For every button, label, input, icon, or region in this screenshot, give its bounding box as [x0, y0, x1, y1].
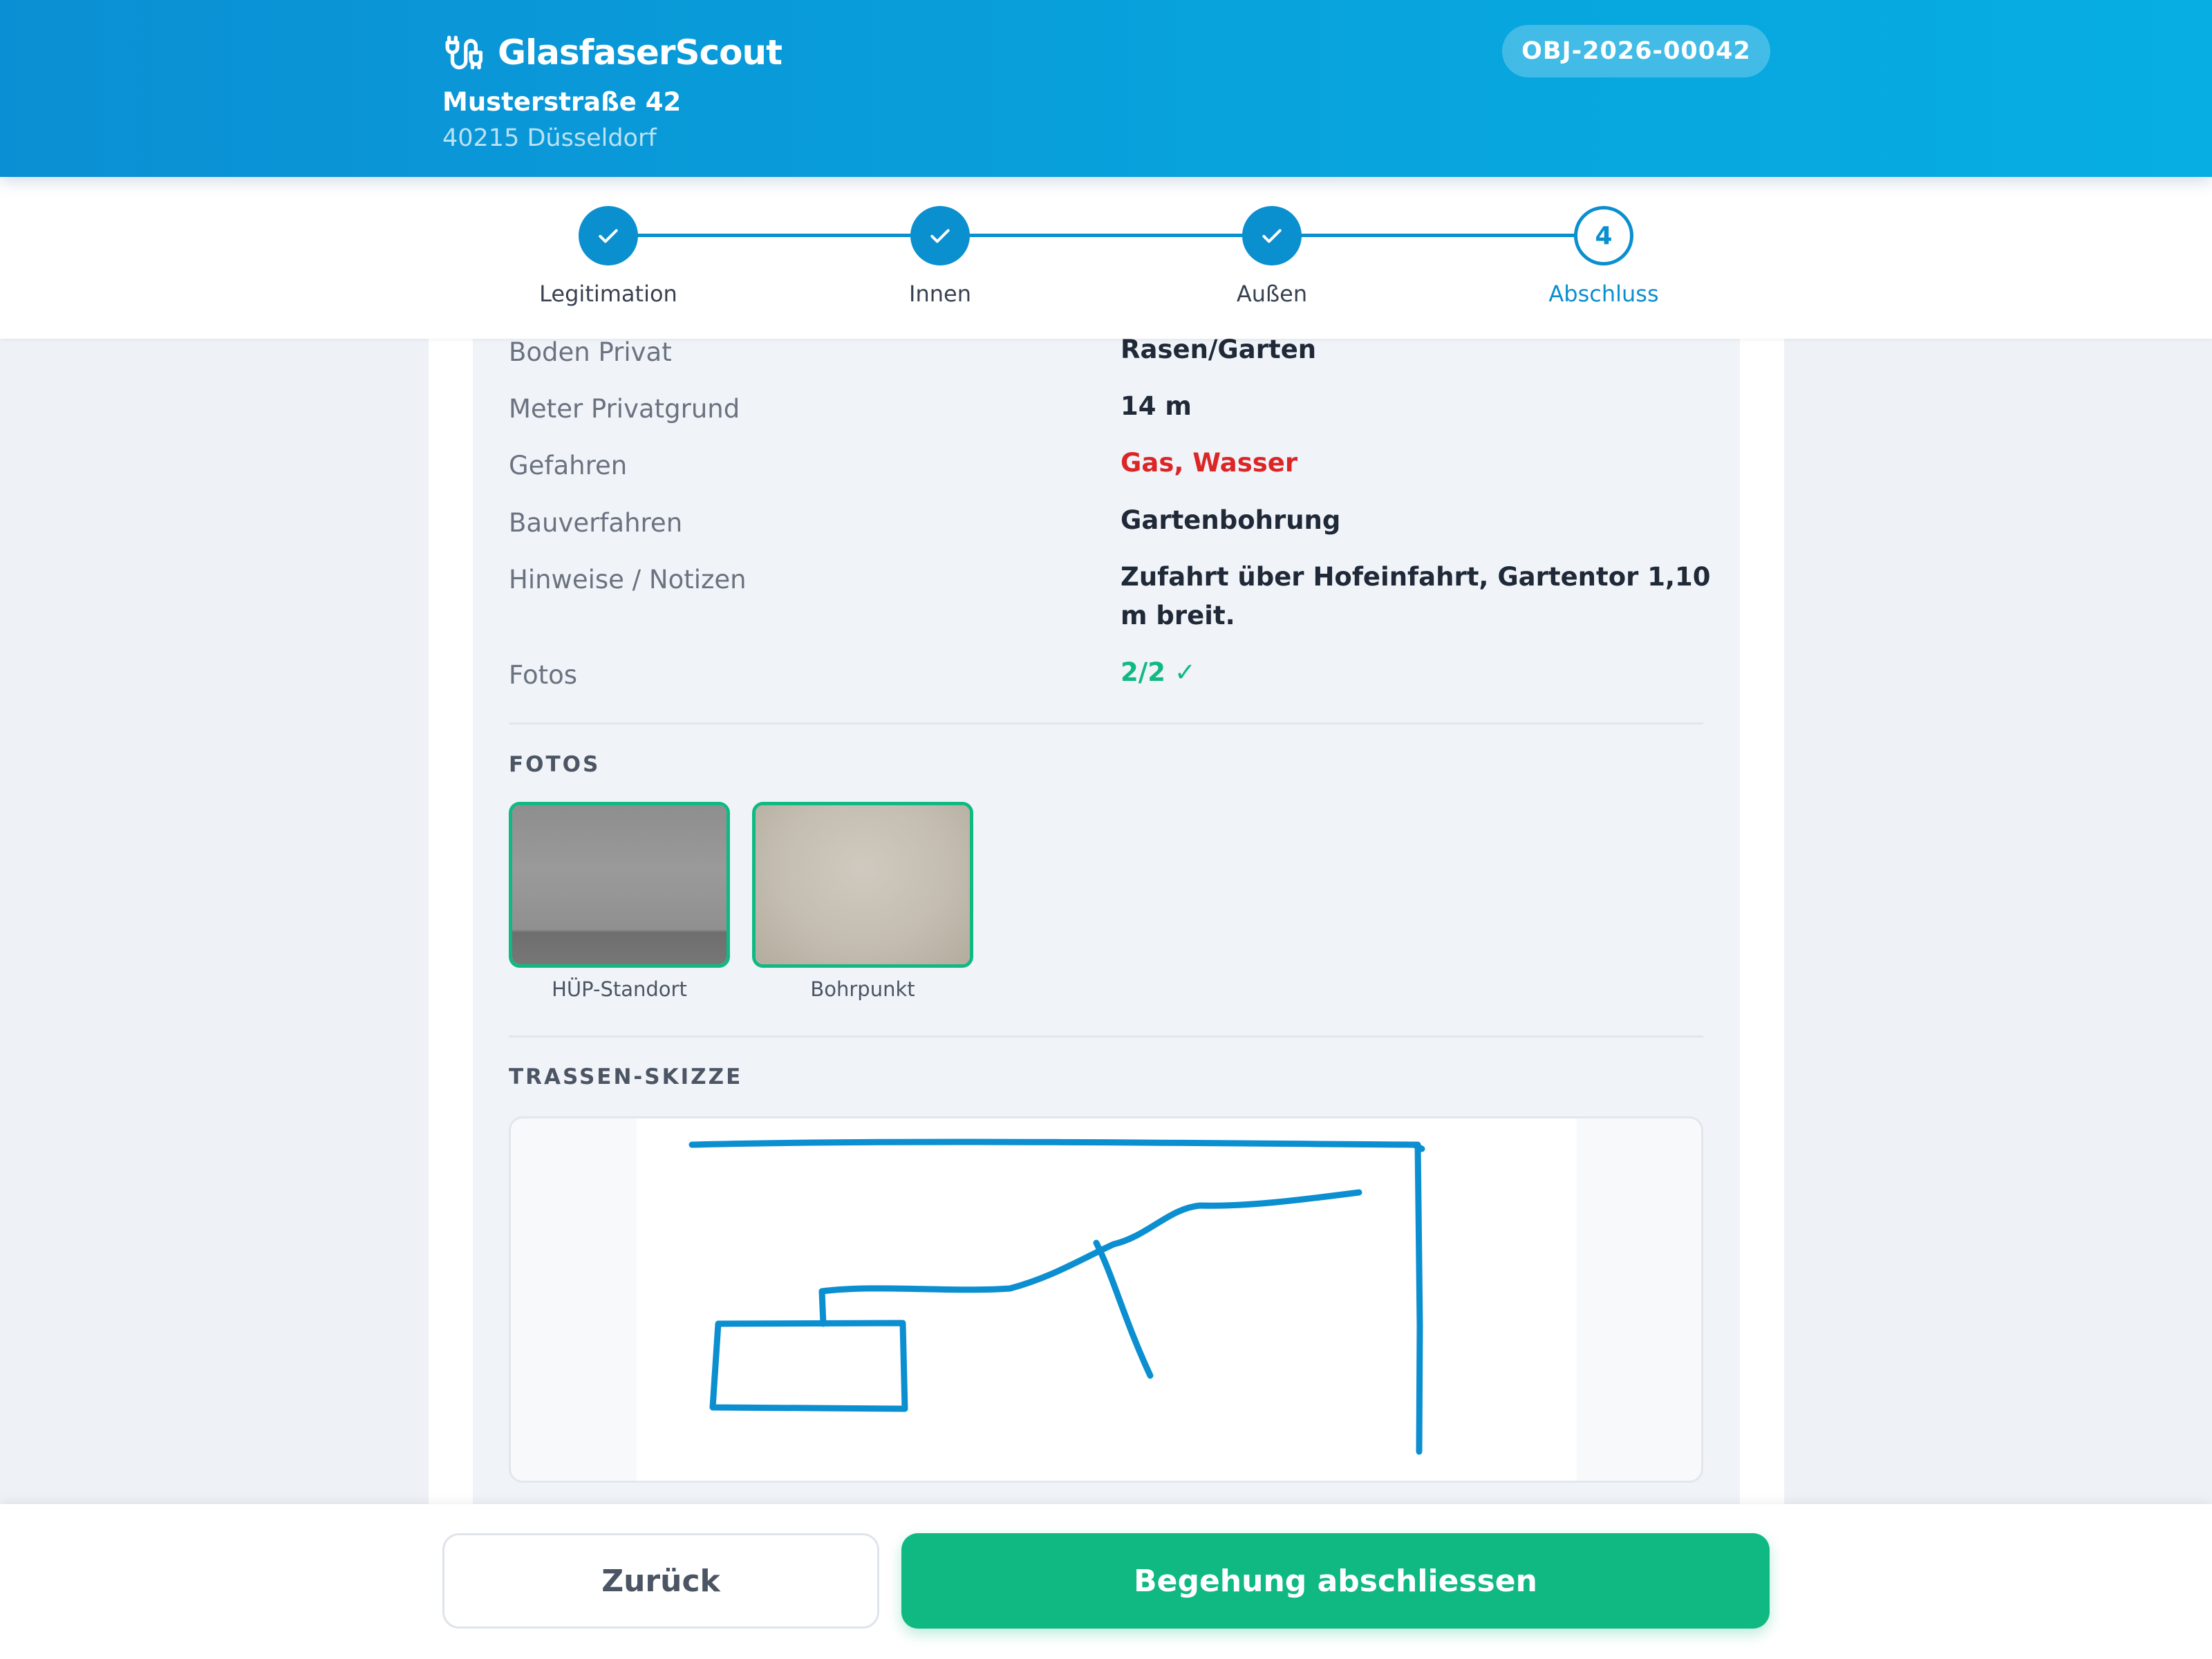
- summary-label: Fotos: [509, 660, 578, 690]
- route-sketch[interactable]: [509, 1116, 1703, 1483]
- section-divider: [509, 722, 1703, 724]
- step-done-circle: [1242, 206, 1302, 265]
- summary-card[interactable]: Boden Privat Rasen/Garten Meter Privatgr…: [473, 335, 1740, 1507]
- summary-value-ok: 2/2 ✓: [1121, 657, 1196, 687]
- address-city: 40215 Düsseldorf: [442, 124, 657, 152]
- summary-value: Gartenbohrung: [1121, 505, 1341, 535]
- photo-thumbnail-huep[interactable]: HÜP-Standort: [509, 802, 730, 1001]
- section-divider: [509, 1035, 1703, 1038]
- summary-label: Bauverfahren: [509, 508, 683, 538]
- progress-stepper: Legitimation Innen Außen 4 Abschluss: [0, 177, 2212, 339]
- back-button[interactable]: Zurück: [442, 1533, 879, 1629]
- step-done-circle: [579, 206, 638, 265]
- step-done-circle: [910, 206, 970, 265]
- route-sketch-drawing: [688, 1138, 1425, 1455]
- stepper-connector: [608, 234, 1604, 237]
- summary-label: Boden Privat: [509, 337, 672, 367]
- fiber-plug-icon: [445, 35, 482, 70]
- summary-label: Gefahren: [509, 451, 628, 480]
- object-id-badge: OBJ-2026-00042: [1502, 25, 1770, 77]
- step-innen[interactable]: Innen: [802, 206, 1078, 307]
- photo-image: [756, 805, 970, 964]
- check-icon: [930, 229, 950, 243]
- step-label: Legitimation: [539, 281, 677, 307]
- app-name: GlasfaserScout: [498, 32, 782, 73]
- step-aussen[interactable]: Außen: [1134, 206, 1410, 307]
- step-current-circle: 4: [1574, 206, 1633, 265]
- photo-caption: HÜP-Standort: [552, 977, 687, 1001]
- summary-value: Zufahrt über Hofeinfahrt, Gartentor 1,10…: [1121, 562, 1711, 630]
- address-street: Musterstraße 42: [442, 87, 682, 117]
- photo-frame: [509, 802, 730, 968]
- step-label: Außen: [1236, 281, 1308, 307]
- photo-image: [512, 805, 727, 964]
- photo-caption: Bohrpunkt: [810, 977, 915, 1001]
- action-footer: Zurück Begehung abschliessen: [0, 1504, 2212, 1659]
- app-header: GlasfaserScout Musterstraße 42 40215 Düs…: [0, 0, 2212, 177]
- step-abschluss[interactable]: 4 Abschluss: [1465, 206, 1742, 307]
- summary-value-danger: Gas, Wasser: [1121, 448, 1298, 478]
- summary-value: 14 m: [1121, 391, 1192, 421]
- photo-frame: [752, 802, 973, 968]
- page-gutter-right: [1740, 339, 1784, 1507]
- sketch-canvas[interactable]: [637, 1118, 1577, 1481]
- sketch-section-title: TRASSEN-SKIZZE: [509, 1065, 743, 1089]
- summary-label: Hinweise / Notizen: [509, 565, 747, 594]
- finish-inspection-button[interactable]: Begehung abschliessen: [901, 1533, 1770, 1629]
- summary-label: Meter Privatgrund: [509, 394, 740, 424]
- check-icon: [599, 229, 618, 243]
- photos-section-title: FOTOS: [509, 752, 601, 777]
- page-gutter-left: [429, 339, 473, 1507]
- step-legitimation[interactable]: Legitimation: [470, 206, 747, 307]
- photo-thumbnail-bohrpunkt[interactable]: Bohrpunkt: [752, 802, 973, 1001]
- check-icon: [1262, 229, 1282, 243]
- step-label: Innen: [909, 281, 971, 307]
- brand: GlasfaserScout: [442, 30, 782, 75]
- step-label: Abschluss: [1548, 281, 1659, 307]
